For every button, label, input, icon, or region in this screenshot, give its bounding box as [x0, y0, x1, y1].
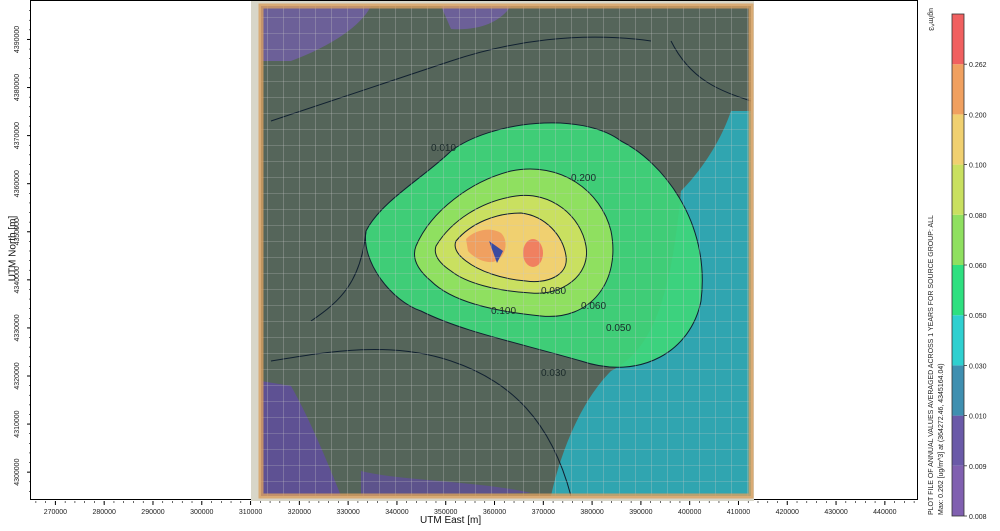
x-tick-label: 380000 [580, 509, 603, 516]
y-tick-label: 4360000 [14, 170, 21, 197]
colorbar-swatch [952, 415, 964, 466]
x-tick-label: 290000 [141, 509, 164, 516]
colorbar-swatch [952, 164, 964, 215]
x-tick-label: 330000 [336, 509, 359, 516]
colorbar-level: 0.008 [969, 514, 987, 521]
y-axis-label: UTM North [m] [7, 215, 19, 282]
colorbar-level: 0.080 [969, 213, 987, 220]
colorbar-swatch [952, 114, 964, 165]
x-tick-label: 370000 [532, 509, 555, 516]
y-tick-label: 4300000 [14, 458, 21, 485]
x-tick-label: 280000 [93, 509, 116, 516]
colorbar-level: 0.050 [969, 313, 987, 320]
colorbar-level: 0.030 [969, 363, 987, 370]
axes: 270000 280000 290000 300000 310000 320000 3300… [14, 10, 915, 516]
y-tick-label: 4370000 [14, 122, 21, 149]
colorbar-swatch [952, 315, 964, 366]
x-tick-label: 300000 [190, 509, 213, 516]
x-tick-label: 410000 [727, 509, 750, 516]
colorbar-level: 0.060 [969, 263, 987, 270]
x-tick-label: 340000 [385, 509, 408, 516]
colorbar-swatch [952, 214, 964, 265]
colorbar-level: 0.262 [969, 62, 987, 69]
x-tick-label: 320000 [288, 509, 311, 516]
colorbar-swatch [952, 14, 964, 65]
x-axis-label: UTM East [m] [420, 515, 482, 526]
colorbar-unit: ug/m^3 [927, 8, 934, 31]
x-tick-label: 310000 [239, 509, 262, 516]
x-tick-label: 400000 [678, 509, 701, 516]
colorbar-level: 0.009 [969, 464, 987, 471]
plot-frame: 0.010 0.030 0.050 0.060 0.080 0.100 0.200 2700… [14, 0, 918, 516]
x-tick-label: 420000 [776, 509, 799, 516]
y-tick-label: 4380000 [14, 74, 21, 101]
y-tick-label: 4320000 [14, 362, 21, 389]
colorbar-level: 0.010 [969, 414, 987, 421]
colorbar-level: 0.200 [969, 112, 987, 119]
x-tick-label: 430000 [824, 509, 847, 516]
y-tick-label: 4390000 [14, 26, 21, 53]
colorbar-level: 0.100 [969, 163, 987, 170]
colorbar-swatch [952, 265, 964, 316]
x-tick-label: 390000 [629, 509, 652, 516]
y-tick-label: 4330000 [14, 314, 21, 341]
x-tick-label: 360000 [483, 509, 506, 516]
x-tick-label: 270000 [44, 509, 67, 516]
x-tick-label: 440000 [873, 509, 896, 516]
colorbar-swatch [952, 365, 964, 416]
colorbar-swatch [952, 64, 964, 115]
chart-subtitle: Max: 0.262 [ug/m^3] at (364272.46, 43451… [938, 363, 945, 515]
chart-title: PLOT FILE OF ANNUAL VALUES AVERAGED ACRO… [928, 215, 935, 515]
y-tick-label: 4310000 [14, 410, 21, 437]
colorbar-swatch [952, 465, 964, 516]
